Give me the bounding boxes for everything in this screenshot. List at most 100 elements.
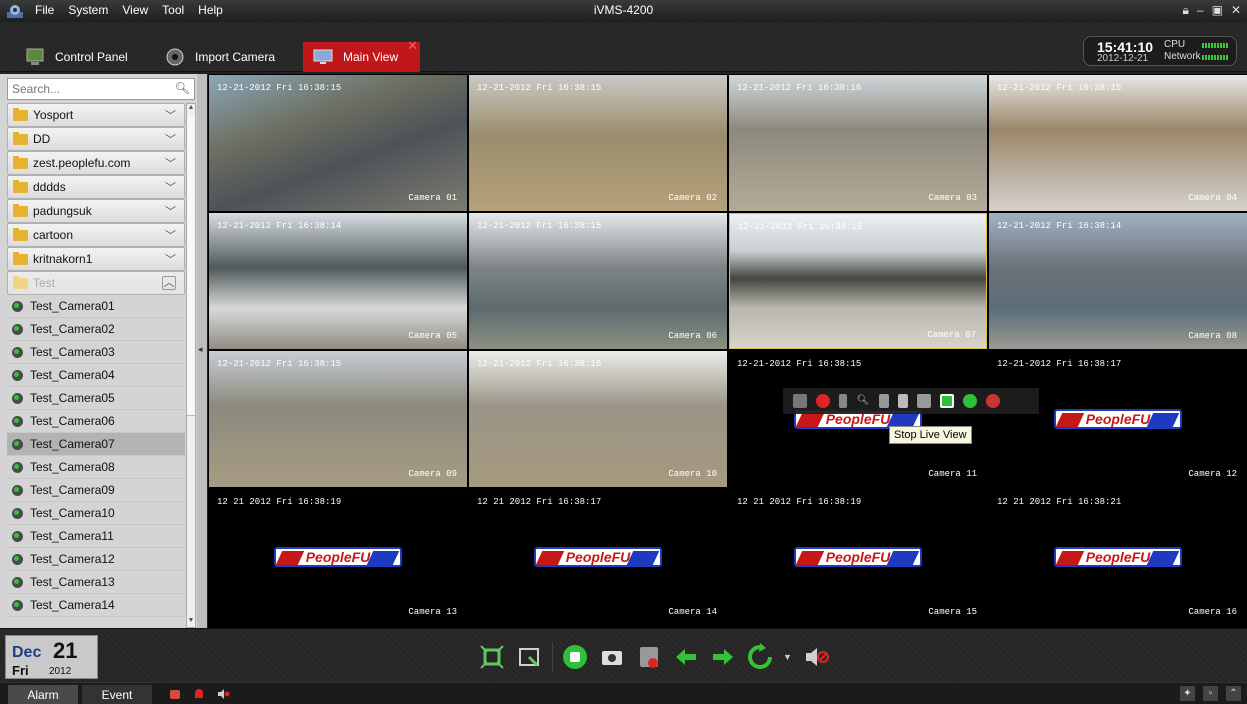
video-tile[interactable]: PeopleFU 12-21-2012 Fri 16:38:15 Camera 11 (729, 351, 987, 487)
previous-page-icon[interactable] (672, 643, 700, 671)
video-tile[interactable]: 12-21-2012 Fri 16:38:14 Camera 08 (989, 213, 1247, 349)
video-tile[interactable]: PeopleFU 12-21-2012 Fri 16:38:17 Camera 12 (989, 351, 1247, 487)
close-button[interactable]: ✕ (1231, 3, 1241, 18)
auto-switch-icon[interactable] (746, 643, 774, 671)
chevron-down-icon[interactable]: ﹀ (165, 203, 176, 219)
scroll-up-icon[interactable]: ▲ (187, 104, 195, 114)
chevron-down-icon[interactable]: ﹀ (165, 251, 176, 267)
video-tile[interactable]: PeopleFU 12 21 2012 Fri 16:38:21 Camera 16 (989, 489, 1247, 625)
search-icon[interactable]: 🔍︎ (175, 81, 190, 95)
chevron-down-icon[interactable]: ﹀ (165, 227, 176, 243)
camera-status-icon[interactable] (917, 394, 931, 408)
minimize-button[interactable]: – (1197, 3, 1204, 18)
window-division-icon[interactable] (515, 643, 543, 671)
alarm-hand-icon[interactable] (168, 687, 182, 701)
video-tile[interactable]: PeopleFU 12 21 2012 Fri 16:38:19 Camera 13 (209, 489, 467, 625)
camera-item[interactable]: Test_Camera11 (7, 525, 185, 548)
record-all-icon[interactable] (635, 643, 663, 671)
alarm-mute-icon[interactable] (216, 687, 230, 701)
capture-icon[interactable] (598, 643, 626, 671)
camera-item[interactable]: Test_Camera01 (7, 295, 185, 318)
group-yosport[interactable]: Yosport ﹀ (7, 103, 185, 127)
video-tile[interactable]: 12-21-2012 Fri 16:38:15 Camera 09 (209, 351, 467, 487)
chevron-up-icon[interactable]: ︿ (162, 276, 176, 290)
digital-zoom-icon[interactable]: 🔍︎ (856, 394, 870, 408)
camera-item[interactable]: Test_Camera09 (7, 479, 185, 502)
chevron-down-icon[interactable]: ﹀ (165, 179, 176, 195)
osd-camera-name: Camera 01 (408, 193, 457, 203)
alarm-bell-icon[interactable] (192, 687, 206, 701)
video-tile[interactable]: 12-21-2012 Fri 16:38:15 Camera 07 (729, 213, 987, 349)
panel-toggle-icon[interactable]: ▫ (1203, 686, 1218, 701)
camera-item[interactable]: Test_Camera14 (7, 594, 185, 617)
video-tile[interactable]: 12-21-2012 Fri 16:38:16 Camera 03 (729, 75, 987, 211)
camera-item[interactable]: Test_Camera06 (7, 410, 185, 433)
group-zest[interactable]: zest.peoplefu.com ﹀ (7, 151, 185, 175)
camera-item[interactable]: Test_Camera05 (7, 387, 185, 410)
video-tile[interactable]: PeopleFU 12 21 2012 Fri 16:38:17 Camera 14 (469, 489, 727, 625)
restore-button[interactable]: ▣ (1212, 3, 1223, 18)
camera-item[interactable]: Test_Camera07 (7, 433, 185, 456)
group-dddds[interactable]: dddds ﹀ (7, 175, 185, 199)
video-tile[interactable]: 12-21-2012 Fri 16:38:16 Camera 10 (469, 351, 727, 487)
video-tile[interactable]: 12-21-2012 Fri 16:38:15 Camera 02 (469, 75, 727, 211)
record-icon[interactable] (816, 394, 830, 408)
group-dd[interactable]: DD ﹀ (7, 127, 185, 151)
next-page-icon[interactable] (709, 643, 737, 671)
tab-control-panel[interactable]: Control Panel (15, 42, 155, 72)
video-tile[interactable]: 12-21-2012 Fri 16:38:14 Camera 05 (209, 213, 467, 349)
video-tile[interactable]: PeopleFU 12 21 2012 Fri 16:38:19 Camera 15 (729, 489, 987, 625)
camera-item[interactable]: Test_Camera13 (7, 571, 185, 594)
group-padungsuk[interactable]: padungsuk ﹀ (7, 199, 185, 223)
tab-label: Import Camera (195, 50, 276, 64)
mute-icon[interactable] (802, 643, 830, 671)
tree-scrollbar[interactable]: ▲ ▼ (186, 103, 196, 628)
camera-item[interactable]: Test_Camera10 (7, 502, 185, 525)
device-sidebar: 🔍︎ Yosport ﹀ DD ﹀ zest.peoplefu.com ﹀ dddds… (0, 74, 207, 628)
group-kritnakorn1[interactable]: kritnakorn1 ﹀ (7, 247, 185, 271)
sidebar-splitter[interactable] (197, 74, 207, 628)
event-tab[interactable]: Event (82, 685, 152, 704)
camera-item[interactable]: Test_Camera04 (7, 364, 185, 387)
camera-label: Test_Camera02 (30, 322, 115, 336)
alarm-tab[interactable]: Alarm (8, 685, 78, 704)
search-box: 🔍︎ (7, 78, 195, 100)
chevron-down-icon[interactable]: ﹀ (165, 131, 176, 147)
ptz-icon[interactable] (879, 394, 889, 408)
close-tab-icon[interactable]: ✕ (407, 38, 418, 54)
camera-list: Test_Camera01 Test_Camera02 Test_Camera03 T… (7, 295, 185, 617)
camera-item[interactable]: Test_Camera02 (7, 318, 185, 341)
pin-icon[interactable]: ✦ (1180, 686, 1195, 701)
scroll-down-icon[interactable]: ▼ (187, 617, 195, 627)
chevron-down-icon[interactable]: ﹀ (165, 107, 176, 123)
group-cartoon[interactable]: cartoon ﹀ (7, 223, 185, 247)
audio-icon[interactable] (839, 394, 847, 408)
folder-icon (13, 179, 28, 193)
network-meter (1202, 55, 1228, 60)
camera-item[interactable]: Test_Camera03 (7, 341, 185, 364)
lock-icon[interactable]: 🔒︎ (1183, 3, 1189, 18)
scroll-thumb[interactable] (187, 116, 195, 416)
folder-icon (13, 251, 28, 265)
auto-switch-dropdown-icon[interactable]: ▼ (783, 652, 792, 662)
video-tile[interactable]: 12-21-2012 Fri 16:38:15 Camera 04 (989, 75, 1247, 211)
camera-item[interactable]: Test_Camera08 (7, 456, 185, 479)
chevron-down-icon[interactable]: ﹀ (165, 155, 176, 171)
expand-icon[interactable]: ⌃ (1226, 686, 1241, 701)
video-tile[interactable]: 12-21-2012 Fri 16:38:15 Camera 01 (209, 75, 467, 211)
camera-item[interactable]: Test_Camera12 (7, 548, 185, 571)
search-input[interactable] (8, 79, 168, 99)
capture-icon[interactable] (793, 394, 807, 408)
tab-import-camera[interactable]: Import Camera (155, 42, 300, 72)
folder-icon (13, 107, 28, 121)
group-test[interactable]: Test ︿ (7, 271, 185, 295)
sound-off-icon[interactable] (986, 394, 1000, 408)
refresh-icon[interactable] (963, 394, 977, 408)
camera-online-icon (11, 553, 24, 565)
fullscreen-icon[interactable] (478, 643, 506, 671)
video-tile[interactable]: 12-21-2012 Fri 16:38:15 Camera 06 (469, 213, 727, 349)
status-icon[interactable] (898, 394, 908, 408)
stop-live-view-icon[interactable] (940, 394, 954, 408)
stop-all-icon[interactable] (561, 643, 589, 671)
tab-main-view[interactable]: Main View ✕ (303, 38, 420, 72)
